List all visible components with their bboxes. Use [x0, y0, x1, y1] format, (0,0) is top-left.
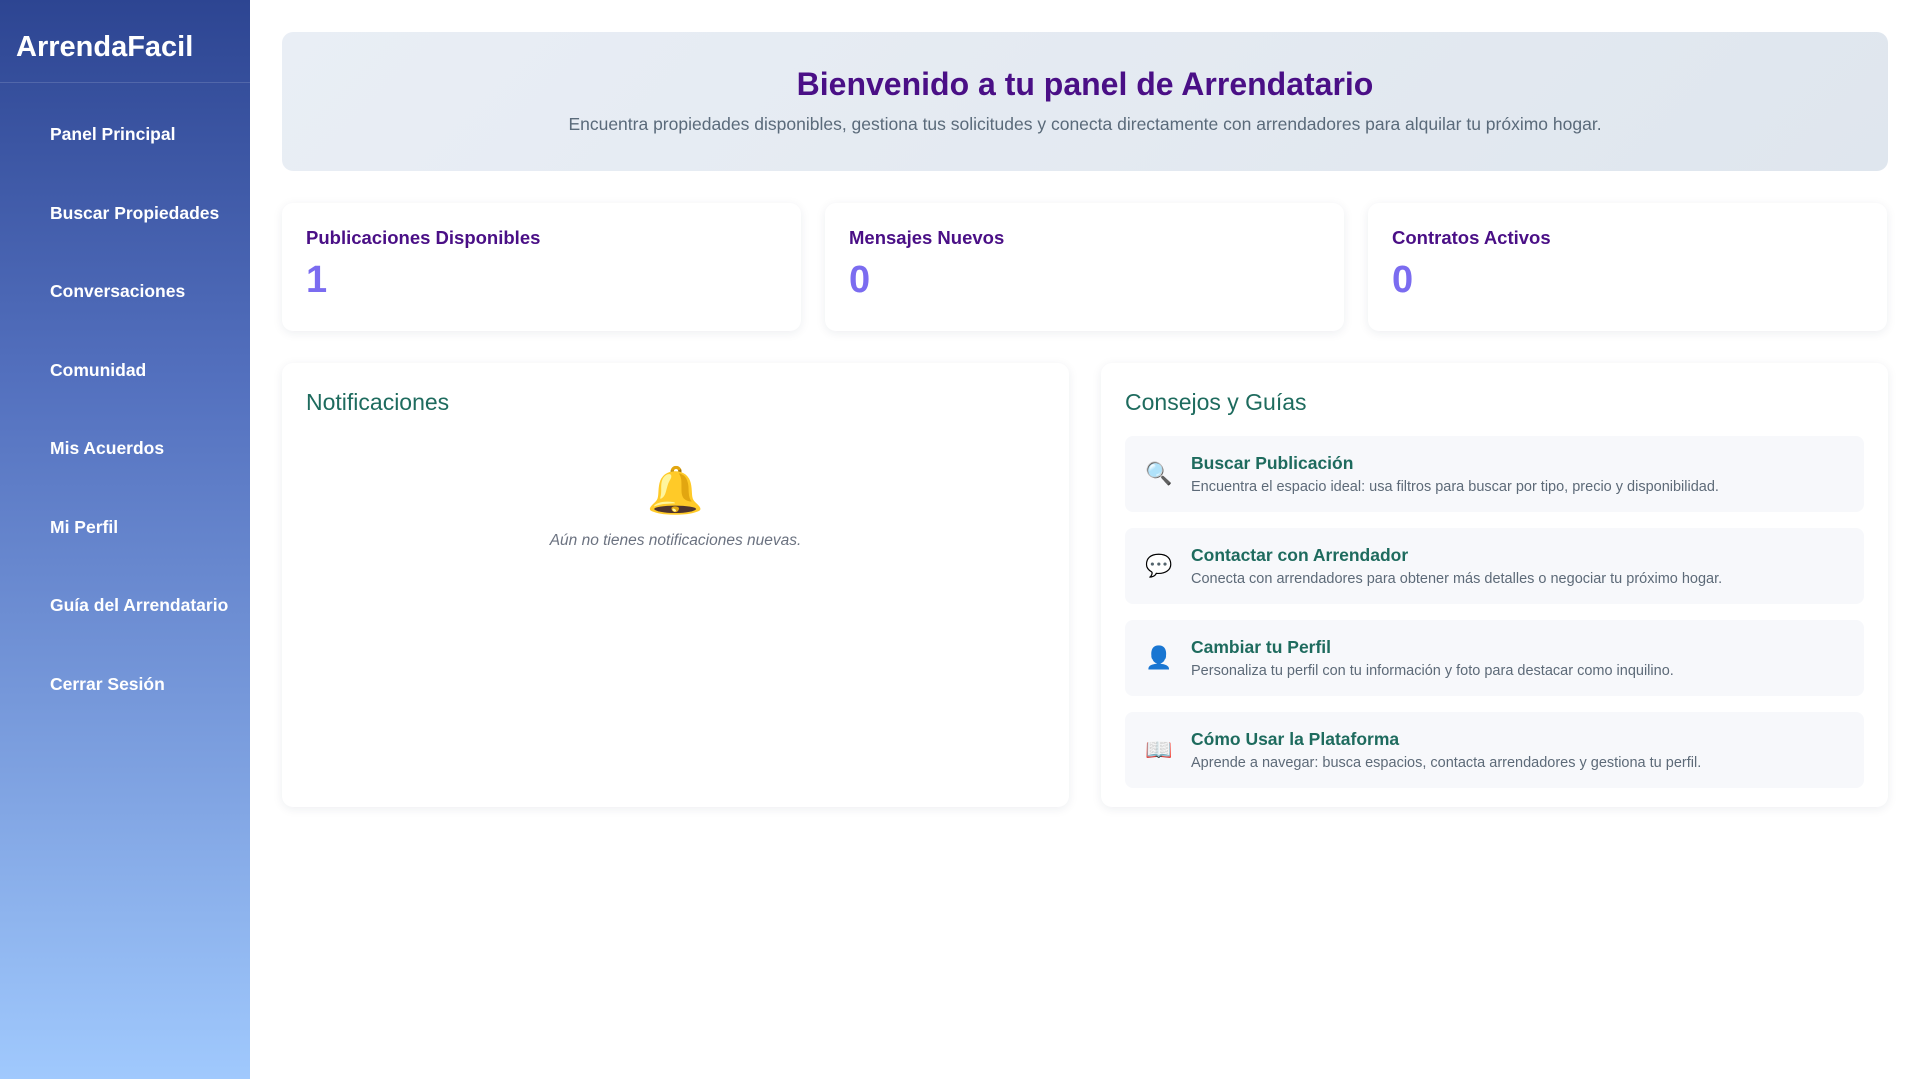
sidebar-item-conversaciones[interactable]: Conversaciones: [0, 280, 250, 359]
bell-icon: 🔔: [646, 464, 705, 516]
tip-card-perfil[interactable]: 👤 Cambiar tu Perfil Personaliza tu perfi…: [1125, 620, 1864, 696]
brand-logo[interactable]: ArrendaFacil: [0, 0, 250, 83]
magnifier-icon: 🔍: [1145, 461, 1173, 486]
stat-card-mensajes: Mensajes Nuevos 0: [825, 203, 1344, 331]
notifications-empty-state: 🔔 Aún no tienes notificaciones nuevas.: [306, 464, 1045, 550]
user-icon: 👤: [1145, 645, 1173, 670]
sidebar-item-comunidad[interactable]: Comunidad: [0, 359, 250, 438]
tip-title: Contactar con Arrendador: [1191, 545, 1409, 565]
sidebar: ArrendaFacil Panel Principal Buscar Prop…: [0, 0, 250, 1079]
tip-card-contactar[interactable]: 💬 Contactar con Arrendador Conecta con a…: [1125, 528, 1864, 604]
stat-value: 1: [306, 259, 328, 301]
sidebar-item-buscar-propiedades[interactable]: Buscar Propiedades: [0, 202, 250, 281]
stat-label: Publicaciones Disponibles: [306, 227, 541, 248]
tip-title: Cambiar tu Perfil: [1191, 637, 1332, 657]
sidebar-item-panel-principal[interactable]: Panel Principal: [0, 123, 250, 202]
tip-card-buscar[interactable]: 🔍 Buscar Publicación Encuentra el espaci…: [1125, 436, 1864, 512]
welcome-banner: Bienvenido a tu panel de Arrendatario En…: [282, 32, 1888, 171]
book-icon: 📖: [1145, 737, 1173, 762]
stat-card-contratos: Contratos Activos 0: [1368, 203, 1887, 331]
sidebar-item-mi-perfil[interactable]: Mi Perfil: [0, 516, 250, 595]
stats-row: Publicaciones Disponibles 1 Mensajes Nue…: [282, 203, 1888, 331]
stat-label: Mensajes Nuevos: [849, 227, 1005, 248]
tip-card-plataforma[interactable]: 📖 Cómo Usar la Plataforma Aprende a nave…: [1125, 712, 1864, 788]
notifications-empty-text: Aún no tienes notificaciones nuevas.: [549, 532, 802, 549]
tip-description: Personaliza tu perfil con tu información…: [1191, 663, 1674, 679]
sidebar-item-guia-arrendatario[interactable]: Guía del Arrendatario: [0, 594, 250, 673]
stat-card-publicaciones: Publicaciones Disponibles 1: [282, 203, 801, 331]
sidebar-nav: Panel Principal Buscar Propiedades Conve…: [0, 83, 250, 751]
notifications-title: Notificaciones: [306, 389, 450, 415]
welcome-subtitle: Encuentra propiedades disponibles, gesti…: [568, 114, 1602, 134]
stat-value: 0: [849, 259, 871, 301]
speech-bubble-icon: 💬: [1145, 553, 1173, 578]
main-content: Bienvenido a tu panel de Arrendatario En…: [282, 32, 1888, 807]
tip-description: Encuentra el espacio ideal: usa filtros …: [1191, 479, 1719, 495]
stat-label: Contratos Activos: [1392, 227, 1551, 248]
lower-panels: Notificaciones 🔔 Aún no tienes notificac…: [282, 363, 1888, 807]
tip-title: Buscar Publicación: [1191, 453, 1354, 473]
tip-description: Conecta con arrendadores para obtener má…: [1191, 571, 1723, 587]
page-title: Bienvenido a tu panel de Arrendatario: [796, 66, 1374, 102]
stat-value: 0: [1392, 259, 1414, 301]
tip-title: Cómo Usar la Plataforma: [1191, 729, 1400, 749]
tips-panel: Consejos y Guías 🔍 Buscar Publicación En…: [1101, 363, 1888, 807]
tip-description: Aprende a navegar: busca espacios, conta…: [1191, 755, 1702, 771]
sidebar-item-cerrar-sesion[interactable]: Cerrar Sesión: [0, 673, 250, 752]
tips-title: Consejos y Guías: [1125, 389, 1307, 415]
sidebar-item-mis-acuerdos[interactable]: Mis Acuerdos: [0, 437, 250, 516]
notifications-panel: Notificaciones 🔔 Aún no tienes notificac…: [282, 363, 1069, 807]
